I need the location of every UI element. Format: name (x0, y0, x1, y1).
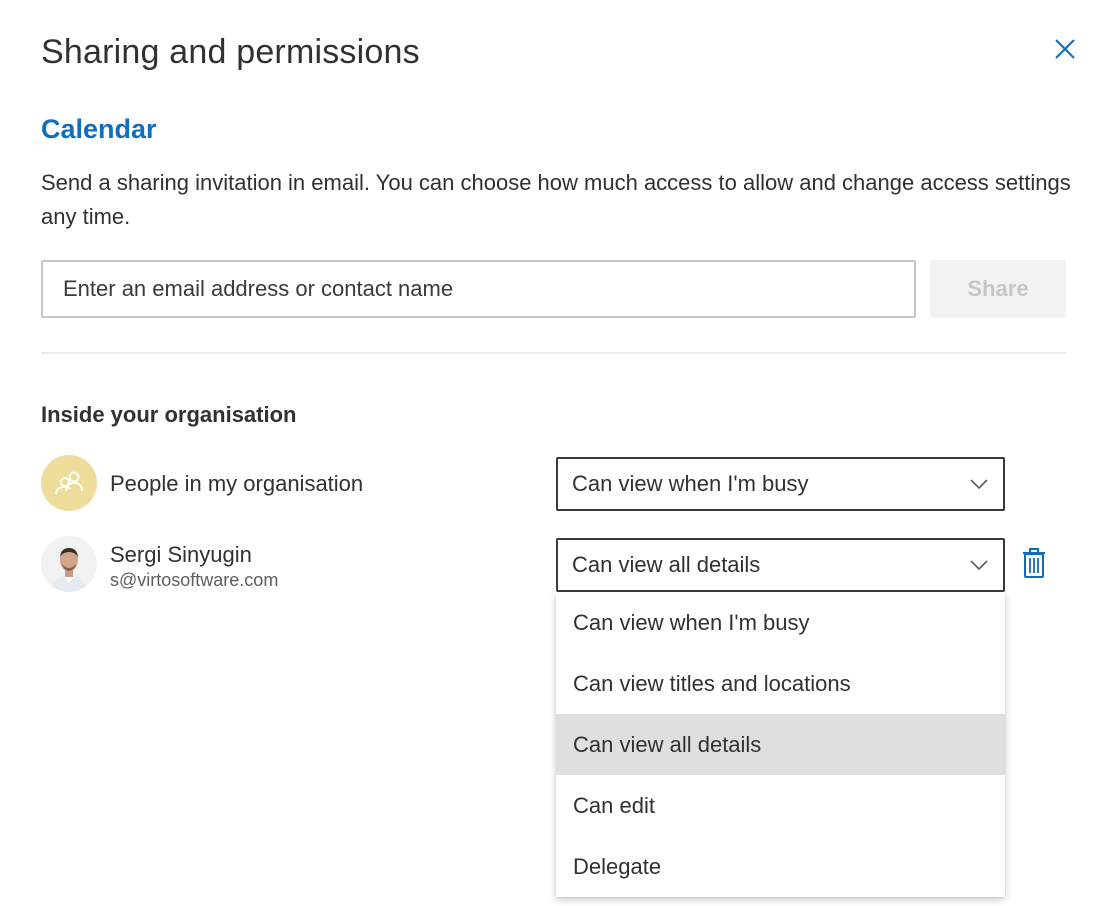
calendar-title: Calendar (41, 114, 157, 144)
sharing-description: Send a sharing invitation in email. You … (41, 170, 1071, 229)
share-button[interactable]: Share (930, 260, 1066, 318)
sharing-dialog: Sharing and permissions Calendar Send a … (0, 0, 1108, 906)
people-group-icon (55, 471, 83, 495)
chevron-down-icon (970, 479, 988, 490)
organisation-name: People in my organisation (110, 471, 364, 496)
remove-user-button[interactable] (1016, 546, 1052, 582)
organisation-permission-dropdown[interactable]: Can view when I'm busy (556, 457, 1005, 511)
chevron-down-icon (970, 560, 988, 571)
permission-option-all-details[interactable]: Can view all details (556, 714, 1005, 775)
organisation-avatar (41, 455, 97, 511)
user-name: Sergi Sinyugin (110, 542, 252, 567)
trash-icon (1023, 548, 1045, 578)
email-contact-input[interactable] (41, 260, 916, 318)
permission-option-titles-locations[interactable]: Can view titles and locations (556, 653, 1005, 714)
permission-options-menu: Can view when I'm busy Can view titles a… (556, 592, 1005, 897)
user-avatar (41, 536, 97, 592)
inside-organisation-title: Inside your organisation (41, 402, 297, 427)
close-button[interactable] (1048, 32, 1082, 66)
permission-option-busy[interactable]: Can view when I'm busy (556, 592, 1005, 653)
user-email: s@virtosoftware.com (110, 570, 279, 590)
section-divider (41, 352, 1066, 354)
close-icon (1055, 39, 1075, 59)
permission-option-delegate[interactable]: Delegate (556, 836, 1005, 897)
user-permission-value: Can view all details (572, 552, 761, 577)
user-permission-dropdown[interactable]: Can view all details (556, 538, 1005, 592)
permission-option-edit[interactable]: Can edit (556, 775, 1005, 836)
organisation-permission-value: Can view when I'm busy (572, 471, 809, 496)
user-photo (41, 536, 97, 592)
dialog-title: Sharing and permissions (41, 33, 420, 71)
